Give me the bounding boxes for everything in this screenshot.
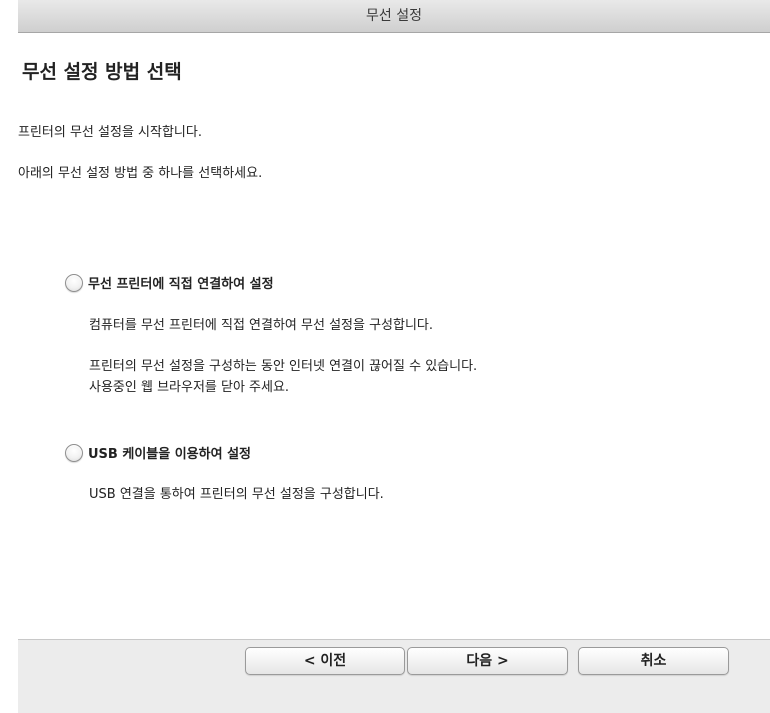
page-heading: 무선 설정 방법 선택 bbox=[22, 61, 182, 83]
option-direct-wireless-description-1: 컴퓨터를 무선 프린터에 직접 연결하여 무선 설정을 구성합니다. bbox=[89, 318, 434, 333]
button-bar: < 이전 다음 > 취소 bbox=[18, 639, 770, 713]
intro-text-2: 아래의 무선 설정 방법 중 하나를 선택하세요. bbox=[18, 166, 263, 181]
option-usb-cable-description: USB 연결을 통하여 프린터의 무선 설정을 구성합니다. bbox=[89, 487, 384, 502]
next-button[interactable]: 다음 > bbox=[407, 647, 568, 675]
option-direct-wireless-description-3: 사용중인 웹 브라우저를 닫아 주세요. bbox=[89, 380, 290, 395]
cancel-button[interactable]: 취소 bbox=[578, 647, 729, 675]
window-title: 무선 설정 bbox=[366, 8, 422, 24]
option-direct-wireless-description-2: 프린터의 무선 설정을 구성하는 동안 인터넷 연결이 끊어질 수 있습니다. bbox=[89, 359, 478, 374]
previous-button[interactable]: < 이전 bbox=[245, 647, 405, 675]
intro-text-1: 프린터의 무선 설정을 시작합니다. bbox=[18, 125, 202, 140]
option-usb-cable-label[interactable]: USB 케이블을 이용하여 설정 bbox=[88, 443, 251, 462]
radio-button-usb-cable[interactable] bbox=[65, 443, 83, 462]
option-direct-wireless[interactable]: 무선 프린터에 직접 연결하여 설정 bbox=[65, 273, 274, 292]
window-title-bar: 무선 설정 bbox=[18, 0, 770, 33]
option-usb-cable[interactable]: USB 케이블을 이용하여 설정 bbox=[65, 443, 251, 462]
option-direct-wireless-label[interactable]: 무선 프린터에 직접 연결하여 설정 bbox=[88, 273, 274, 292]
wireless-setup-window: 무선 설정 무선 설정 방법 선택 프린터의 무선 설정을 시작합니다. 아래의… bbox=[18, 0, 770, 713]
radio-button-direct-wireless[interactable] bbox=[65, 273, 83, 292]
content-area: 무선 설정 방법 선택 프린터의 무선 설정을 시작합니다. 아래의 무선 설정… bbox=[18, 33, 770, 639]
